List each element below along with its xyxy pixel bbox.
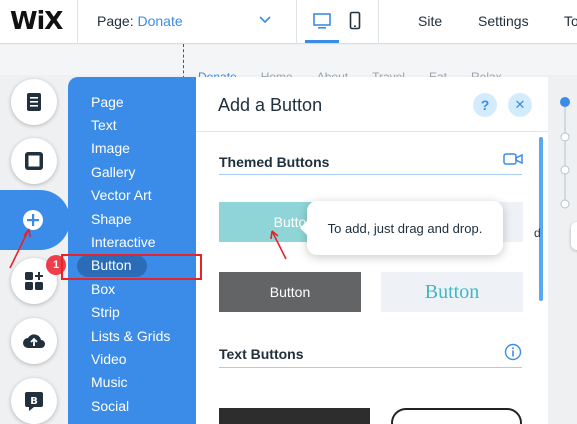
info-icon[interactable]	[504, 343, 522, 361]
help-button[interactable]: ?	[473, 93, 497, 117]
canvas-element-partial: d	[534, 226, 541, 240]
menu-item-vector-art[interactable]: Vector Art	[91, 187, 152, 203]
divider	[296, 0, 297, 44]
menu-item-strip[interactable]: Strip	[91, 304, 120, 320]
section-navigator[interactable]	[556, 92, 574, 210]
upload-button[interactable]	[11, 318, 57, 364]
text-button-outline[interactable]	[391, 408, 522, 424]
add-button[interactable]	[9, 196, 57, 244]
section-divider	[219, 174, 522, 175]
wix-logo[interactable]: WiX	[10, 6, 63, 35]
drag-drop-tooltip: To add, just drag and drop.	[300, 201, 503, 255]
menu-item-music[interactable]: Music	[91, 374, 128, 390]
themed-button-light[interactable]: Button	[381, 272, 523, 312]
pages-button[interactable]	[11, 79, 57, 125]
desktop-view-icon[interactable]	[312, 11, 332, 31]
panel-title: Add a Button	[218, 95, 323, 115]
close-button[interactable]: ✕	[508, 93, 532, 117]
pages-icon	[27, 93, 41, 111]
section-divider	[219, 367, 522, 368]
menu-item-box[interactable]: Box	[91, 281, 115, 297]
canvas-handle[interactable]	[571, 222, 577, 250]
themed-button-gray[interactable]: Button	[219, 272, 361, 312]
background-button[interactable]	[11, 138, 57, 184]
page-selector[interactable]: Page: Donate	[97, 13, 183, 29]
blog-icon: B	[25, 392, 43, 411]
menu-item-image[interactable]: Image	[91, 140, 130, 156]
panel-scrollbar[interactable]	[539, 137, 543, 301]
menu-item-shape[interactable]: Shape	[91, 211, 131, 227]
blog-button[interactable]: B	[11, 378, 57, 424]
background-icon	[25, 152, 43, 170]
divider	[378, 0, 379, 44]
upload-icon	[23, 334, 45, 348]
nav-site[interactable]: Site	[418, 13, 442, 29]
themed-buttons-title: Themed Buttons	[219, 154, 330, 170]
highlight-box-button	[61, 254, 202, 280]
chevron-down-icon[interactable]	[258, 13, 272, 27]
add-icon	[23, 210, 43, 230]
top-bar: WiX Page: Donate Site Settings To	[0, 0, 577, 44]
active-device-indicator	[305, 40, 339, 43]
menu-item-gallery[interactable]: Gallery	[91, 164, 135, 180]
page-selector-prefix: Page:	[97, 13, 138, 29]
svg-text:B: B	[30, 396, 38, 407]
menu-item-lists-grids[interactable]: Lists & Grids	[91, 328, 170, 344]
text-button-dark[interactable]	[219, 408, 370, 424]
nav-tools[interactable]: To	[564, 13, 577, 29]
video-tutorial-icon[interactable]	[503, 151, 523, 167]
app-market-icon	[25, 272, 43, 290]
menu-item-text[interactable]: Text	[91, 117, 117, 133]
tooltip-text: To add, just drag and drop.	[327, 220, 483, 236]
divider	[77, 0, 78, 44]
menu-item-social[interactable]: Social	[91, 398, 129, 414]
menu-item-video[interactable]: Video	[91, 351, 127, 367]
current-page-name: Donate	[137, 13, 183, 29]
nav-settings[interactable]: Settings	[478, 13, 529, 29]
menu-item-interactive[interactable]: Interactive	[91, 234, 156, 250]
menu-item-page[interactable]: Page	[91, 94, 124, 110]
add-elements-menu	[68, 77, 196, 424]
text-buttons-title: Text Buttons	[219, 346, 304, 362]
mobile-view-icon[interactable]	[348, 11, 362, 31]
